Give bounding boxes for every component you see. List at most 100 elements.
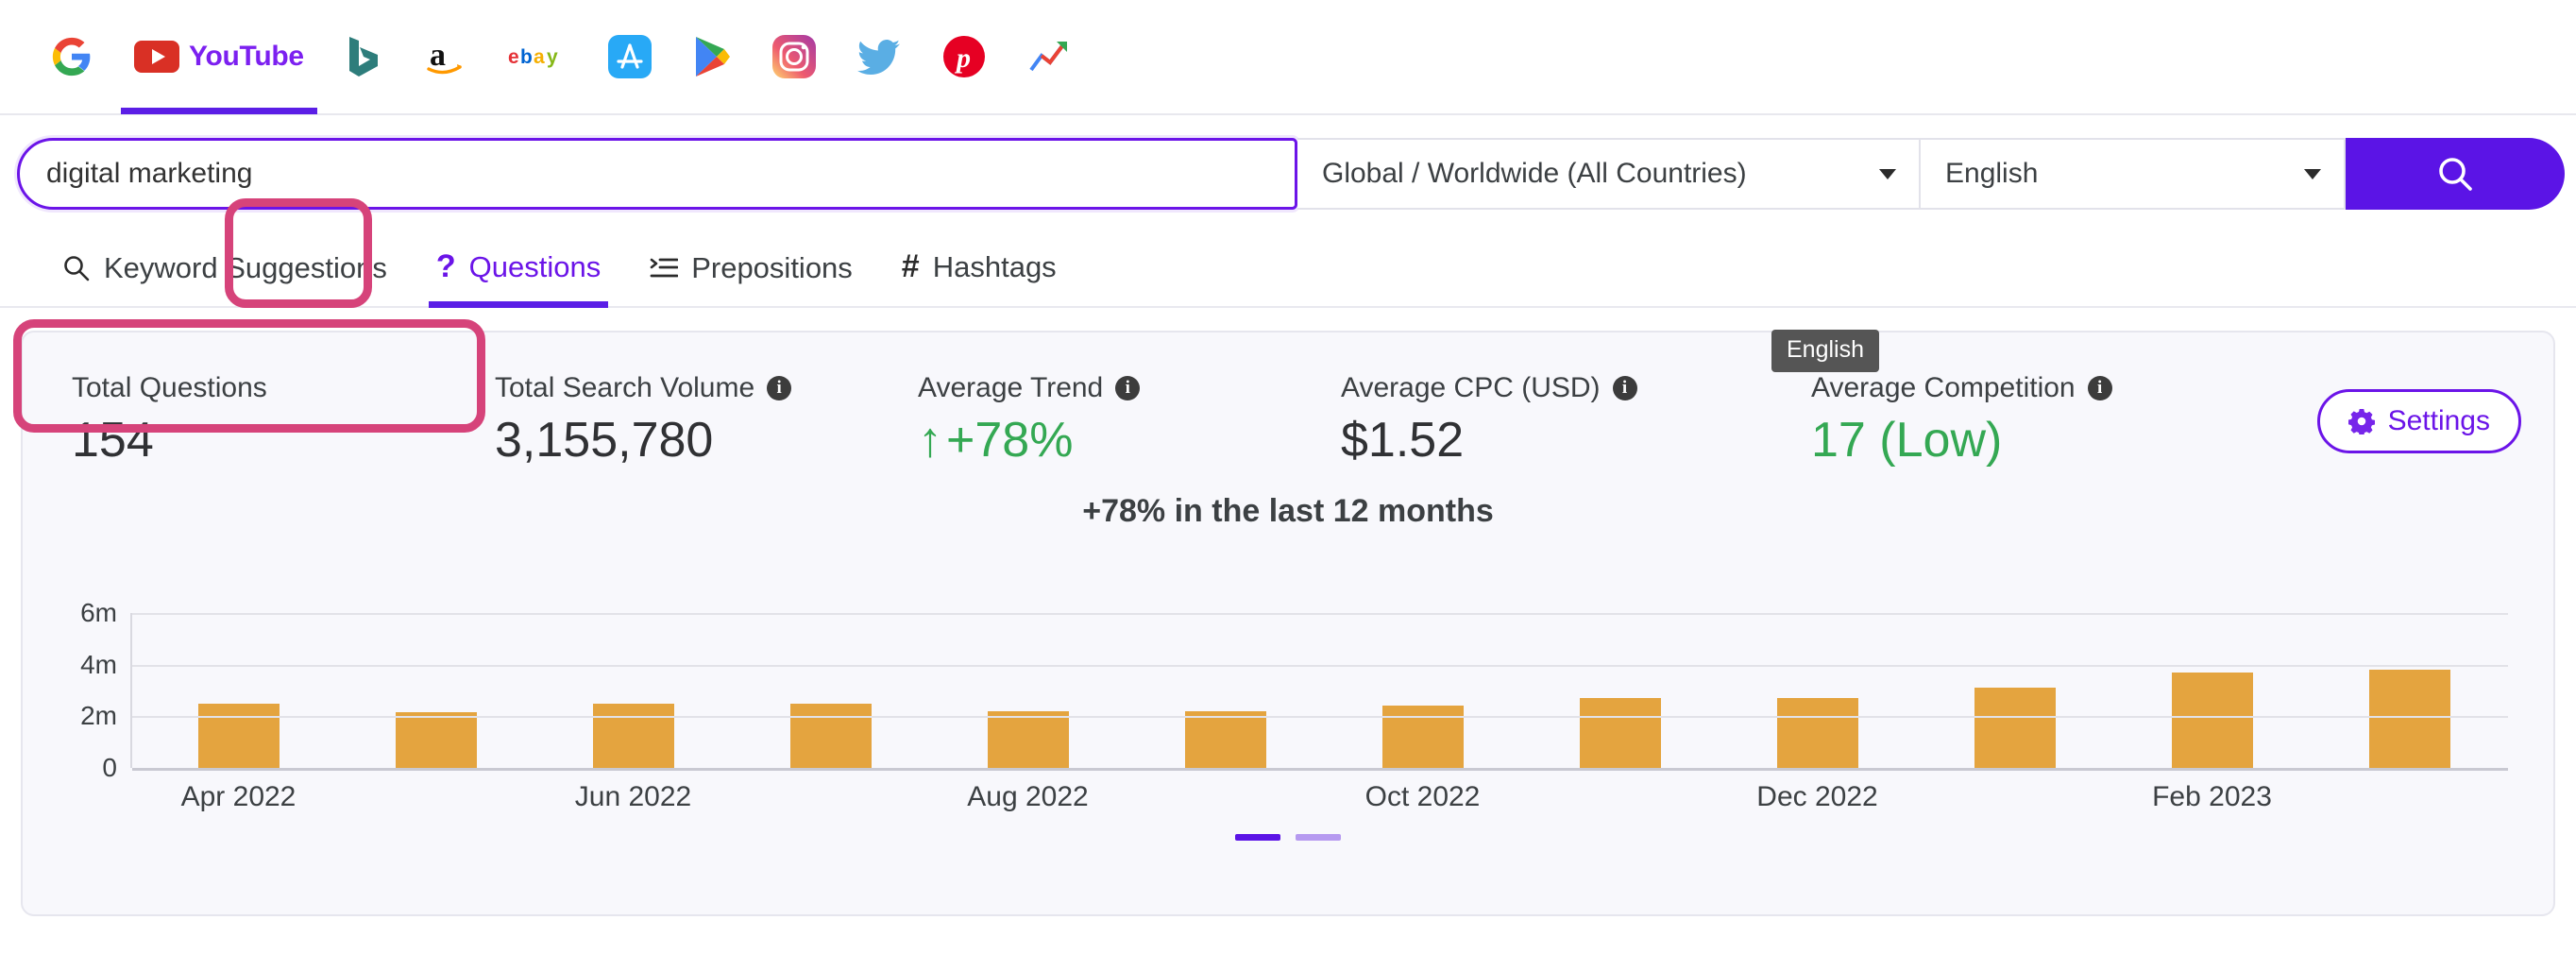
engine-tab-bing[interactable] bbox=[325, 0, 402, 114]
chart-bar-slot[interactable] bbox=[140, 613, 337, 768]
metrics-card: Total Questions 154 Total Search Volume … bbox=[13, 319, 2555, 916]
chart-bar-slot[interactable] bbox=[1127, 613, 1324, 768]
chart-x-axis: Apr 2022 Jun 2022 Aug 2022 Oct 2022 Dec 2022… bbox=[55, 781, 2521, 813]
metric-label: Average CPC (USD) i bbox=[1341, 372, 1811, 404]
tab-questions[interactable]: ? Questions bbox=[412, 248, 625, 308]
app-store-icon bbox=[607, 35, 652, 78]
google-trends-icon bbox=[1029, 42, 1067, 72]
x-axis-label: Feb 2023 bbox=[2152, 781, 2272, 812]
chart-bar-slot[interactable] bbox=[534, 613, 732, 768]
tab-prepositions[interactable]: Prepositions bbox=[625, 251, 877, 306]
engine-tab-google-trends[interactable] bbox=[1007, 0, 1092, 114]
language-select[interactable]: English bbox=[1921, 138, 2346, 210]
chart-bar-slot[interactable] bbox=[1719, 613, 1916, 768]
language-tooltip: English bbox=[1771, 330, 1879, 372]
gridline bbox=[132, 613, 2508, 615]
pagination-dot[interactable] bbox=[1296, 834, 1341, 841]
engine-tab-instagram[interactable] bbox=[752, 0, 837, 114]
pinterest-icon: p bbox=[942, 36, 985, 77]
engine-tab-app-store[interactable] bbox=[587, 0, 672, 114]
chart-bar-slot[interactable] bbox=[2113, 613, 2311, 768]
chart-bar-slot[interactable] bbox=[1324, 613, 1521, 768]
chart-bars bbox=[140, 613, 2508, 768]
gear-icon bbox=[2347, 409, 2375, 434]
y-axis-label: 2m bbox=[80, 701, 117, 731]
twitter-icon bbox=[856, 40, 900, 75]
search-icon bbox=[64, 256, 90, 281]
x-axis-label bbox=[732, 781, 929, 813]
metric-label: Total Questions bbox=[72, 372, 267, 403]
chart-bar-slot[interactable] bbox=[337, 613, 534, 768]
engine-tab-youtube[interactable]: YouTube bbox=[113, 0, 325, 114]
search-input[interactable] bbox=[46, 158, 1268, 190]
search-icon bbox=[2439, 158, 2472, 191]
chart-bar[interactable] bbox=[2171, 672, 2253, 768]
chart-bar[interactable] bbox=[197, 703, 280, 768]
chart-bar[interactable] bbox=[1776, 698, 1858, 768]
gridline bbox=[132, 716, 2508, 719]
tab-keyword-suggestions[interactable]: Keyword Suggestions bbox=[38, 251, 412, 306]
metric-average-cpc: Average CPC (USD) i $1.52 bbox=[1341, 372, 1811, 468]
chart-bar[interactable] bbox=[1381, 706, 1464, 768]
instagram-icon bbox=[771, 35, 816, 78]
engine-tab-google-play[interactable] bbox=[672, 0, 752, 114]
metrics-row: Total Questions 154 Total Search Volume … bbox=[55, 365, 2521, 468]
ebay-icon: e b a y bbox=[508, 46, 558, 68]
engine-tab-twitter[interactable] bbox=[837, 0, 922, 114]
info-icon[interactable]: i bbox=[767, 376, 792, 400]
chart-bar[interactable] bbox=[1974, 688, 2056, 768]
result-tabs: Keyword Suggestions ? Questions Preposit… bbox=[0, 198, 2576, 308]
chart-bar[interactable] bbox=[2368, 670, 2450, 768]
tab-hashtags[interactable]: # Hashtags bbox=[877, 248, 1081, 306]
tab-label: Keyword Suggestions bbox=[104, 251, 387, 284]
engine-tab-google[interactable] bbox=[30, 0, 113, 114]
chart-bar[interactable] bbox=[789, 703, 872, 768]
svg-text:a: a bbox=[534, 46, 545, 68]
chart-bar[interactable] bbox=[592, 703, 674, 768]
info-icon[interactable]: i bbox=[2087, 376, 2112, 400]
metric-total-search-volume: Total Search Volume i 3,155,780 bbox=[495, 372, 918, 468]
metric-value: 3,155,780 bbox=[495, 413, 714, 468]
x-axis-label bbox=[337, 781, 534, 813]
metric-label: Total Search Volume i bbox=[495, 372, 918, 404]
x-axis-label bbox=[2311, 781, 2508, 813]
chart-title: +78% in the last 12 months bbox=[1082, 493, 1494, 529]
chart-bar[interactable] bbox=[1184, 710, 1266, 768]
engine-tab-ebay[interactable]: e b a y bbox=[487, 0, 587, 114]
x-axis-label bbox=[1521, 781, 1719, 813]
metric-label: Average Trend i bbox=[918, 372, 1341, 404]
chart-bar-slot[interactable] bbox=[732, 613, 929, 768]
google-play-icon bbox=[695, 37, 730, 77]
settings-label: Settings bbox=[2387, 405, 2490, 436]
chart-bar[interactable] bbox=[395, 712, 477, 768]
chart-bar[interactable] bbox=[1579, 698, 1661, 768]
info-icon[interactable]: i bbox=[1115, 376, 1141, 400]
chart-bar-slot[interactable] bbox=[1521, 613, 1719, 768]
language-select-value: English bbox=[1945, 158, 2039, 189]
chart-bar-slot[interactable] bbox=[929, 613, 1127, 768]
info-icon[interactable]: i bbox=[1612, 376, 1637, 400]
engine-label-youtube: YouTube bbox=[189, 41, 304, 72]
engine-tab-pinterest[interactable]: p bbox=[922, 0, 1007, 114]
y-axis-label: 6m bbox=[80, 598, 117, 627]
pagination-dot[interactable] bbox=[1235, 834, 1280, 841]
svg-text:y: y bbox=[547, 46, 558, 68]
metric-value: 17 (Low) bbox=[1811, 413, 2003, 468]
chart-bar-slot[interactable] bbox=[2311, 613, 2508, 768]
search-button[interactable] bbox=[2346, 138, 2565, 210]
chart-bar[interactable] bbox=[987, 710, 1069, 768]
settings-button[interactable]: Settings bbox=[2316, 389, 2521, 453]
x-axis-label bbox=[1916, 781, 2113, 813]
chart-bar-slot[interactable] bbox=[1916, 613, 2113, 768]
engine-tab-amazon[interactable]: a bbox=[402, 0, 487, 114]
search-box[interactable] bbox=[17, 138, 1297, 210]
trend-chart: 0 2m 4m 6m bbox=[55, 551, 2521, 782]
google-icon bbox=[52, 37, 91, 77]
svg-text:a: a bbox=[430, 38, 446, 73]
country-select[interactable]: Global / Worldwide (All Countries) bbox=[1297, 138, 1921, 210]
y-axis-line bbox=[130, 613, 132, 768]
country-select-value: Global / Worldwide (All Countries) bbox=[1322, 158, 1747, 189]
chevron-down-icon bbox=[1879, 168, 1896, 179]
svg-text:e: e bbox=[508, 46, 519, 68]
metric-value: $1.52 bbox=[1341, 413, 1465, 468]
